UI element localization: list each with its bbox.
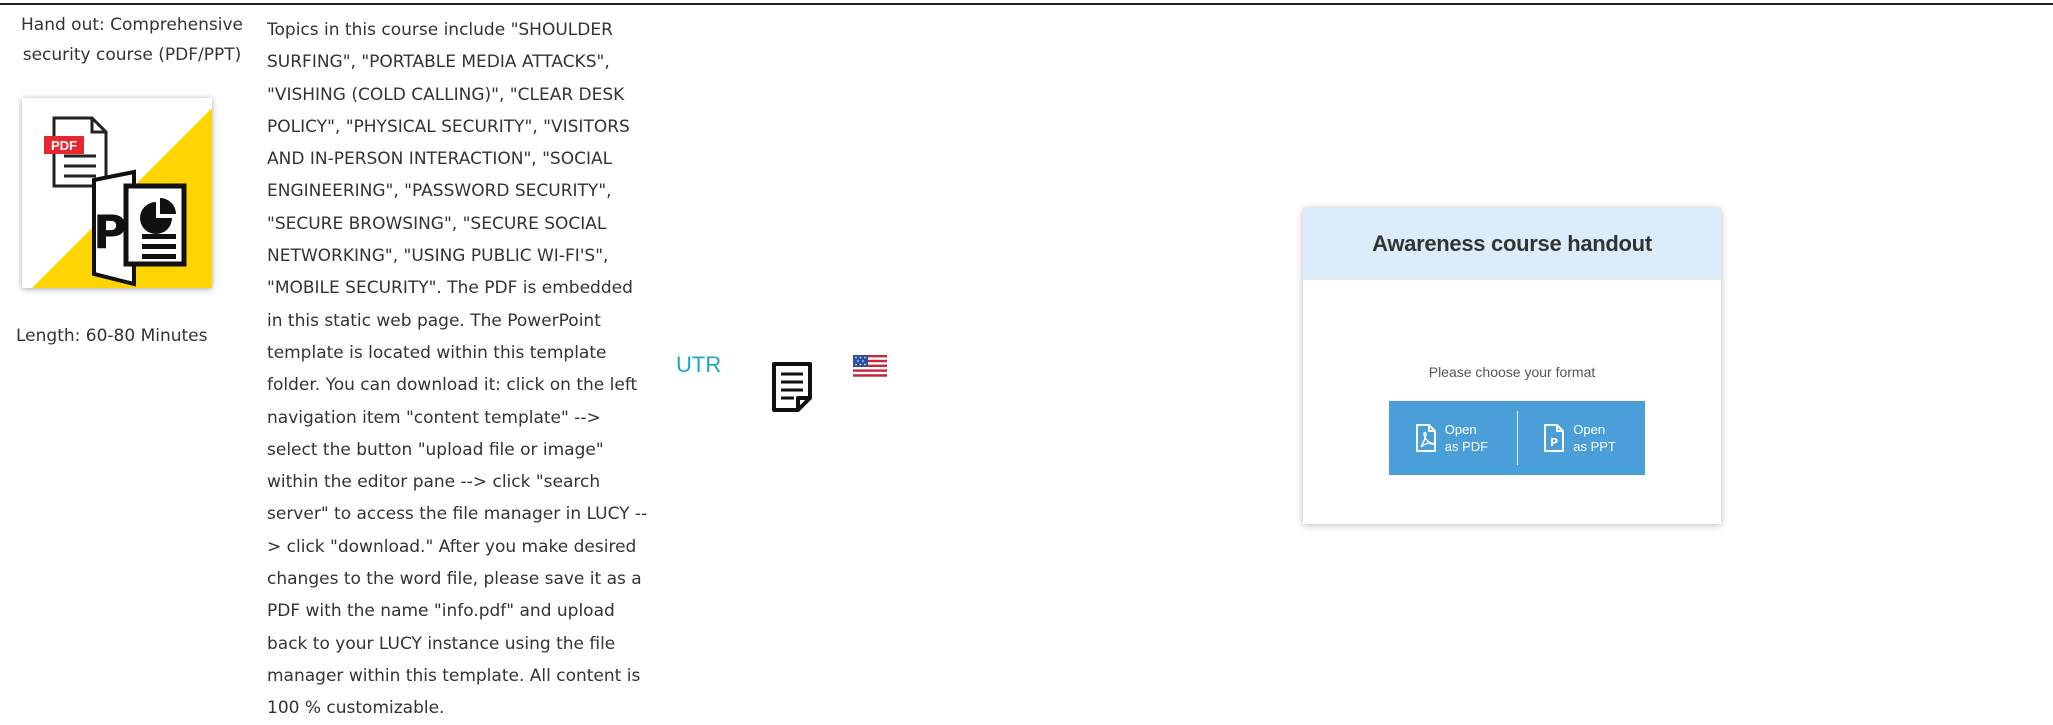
- pdf-ppt-icon: PDF P: [32, 108, 212, 288]
- course-length: Length: 60-80 Minutes: [16, 326, 208, 346]
- svg-text:P: P: [93, 205, 127, 259]
- format-button-group: Open as PDF P Open as PPT: [1389, 401, 1645, 475]
- handout-card: Awareness course handout Please choose y…: [1303, 208, 1721, 524]
- document-icon: [770, 360, 814, 416]
- utr-label: UTR: [676, 352, 722, 377]
- us-flag-icon: [852, 354, 888, 381]
- handout-title: Awareness course handout: [1372, 231, 1652, 256]
- course-title: Hand out: Comprehensive security course …: [21, 15, 243, 65]
- course-thumbnail: PDF P: [22, 98, 212, 288]
- top-divider: [0, 3, 2053, 5]
- format-prompt: Please choose your format: [1428, 364, 1596, 380]
- handout-header: Awareness course handout: [1303, 208, 1721, 280]
- open-pdf-label: Open as PDF: [1444, 422, 1489, 454]
- pdf-file-icon: [1415, 423, 1437, 453]
- course-description: Topics in this course include "SHOULDER …: [267, 20, 648, 719]
- ppt-file-icon: P: [1543, 423, 1565, 453]
- open-ppt-label: Open as PPT: [1573, 422, 1616, 454]
- open-ppt-button[interactable]: P Open as PPT: [1518, 401, 1646, 475]
- open-pdf-button[interactable]: Open as PDF: [1389, 401, 1517, 475]
- pdf-badge: PDF: [51, 138, 77, 153]
- svg-text:P: P: [1550, 436, 1558, 449]
